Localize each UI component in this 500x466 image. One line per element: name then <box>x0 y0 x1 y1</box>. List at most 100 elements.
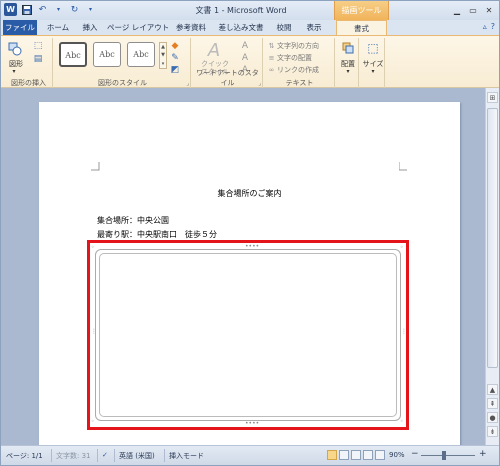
window-title: 文書 1 - Microsoft Word <box>195 6 287 15</box>
minimize-ribbon-icon[interactable]: ▵ <box>483 22 487 31</box>
resize-handle-bottom-right[interactable]: ◦ <box>400 419 404 425</box>
scroll-up-icon[interactable]: ▲ <box>487 384 498 395</box>
divider <box>114 449 115 462</box>
window-controls: ▁ ▭ ✕ <box>450 4 496 16</box>
selection-highlight: •••• •••• ⋮ ⋮ ◦ ◦ ◦ ◦ <box>87 240 409 430</box>
title-bar: W ↶ ▾ ↻ ▾ 描画ツール 文書 1 - Microsoft Word ▁ … <box>1 1 499 20</box>
quick-style-icon[interactable]: A <box>203 40 225 61</box>
resize-handle-top[interactable]: •••• <box>245 244 259 250</box>
chevron-down-icon[interactable]: ▾ <box>343 68 353 75</box>
word-app-icon[interactable]: W <box>4 3 17 16</box>
tab-insert[interactable]: 挿入 <box>77 20 103 35</box>
divider <box>97 449 98 462</box>
dialog-launcher-icon[interactable]: ⌟ <box>186 80 189 87</box>
edit-shape-icon[interactable]: ⬚ <box>31 40 45 52</box>
dialog-launcher-icon[interactable]: ⌟ <box>258 80 261 87</box>
word-window: W ↶ ▾ ↻ ▾ 描画ツール 文書 1 - Microsoft Word ▁ … <box>0 0 500 466</box>
resize-handle-left[interactable]: ⋮ <box>91 329 97 335</box>
tab-format[interactable]: 書式 <box>336 20 387 35</box>
shape-outline-icon[interactable]: ✎ <box>169 52 181 63</box>
group-insert-shapes: 図形 ▾ ⬚ ▤ 図形の挿入 <box>5 38 53 88</box>
text-align-icon[interactable]: ≡ <box>267 53 276 62</box>
quick-access-toolbar: W ↶ ▾ ↻ ▾ <box>4 3 97 16</box>
group-label: テキスト <box>285 79 314 87</box>
tab-references[interactable]: 参考資料 <box>171 20 211 35</box>
prev-page-icon[interactable]: ⇞ <box>487 398 498 409</box>
web-layout-icon[interactable] <box>351 450 361 460</box>
zoom-slider[interactable] <box>421 455 475 456</box>
tab-page-layout[interactable]: ページ レイアウト <box>107 20 169 35</box>
shape-effects-icon[interactable]: ◩ <box>169 64 181 75</box>
text-direction-icon[interactable]: ⇅ <box>267 41 276 50</box>
undo-icon[interactable]: ↶ <box>36 3 49 16</box>
zoom-slider-thumb[interactable] <box>442 451 446 460</box>
tab-home[interactable]: ホーム <box>41 20 75 35</box>
tab-mailings[interactable]: 差し込み文書 <box>215 20 267 35</box>
zoom-in-button[interactable]: + <box>479 449 487 459</box>
text-direction-button[interactable]: 文字列の方向 <box>277 41 319 51</box>
shape-style-2[interactable]: Abc <box>93 42 121 67</box>
text-align-button[interactable]: 文字の配置 <box>277 53 312 63</box>
page-count[interactable]: ページ: 1/1 <box>6 451 43 461</box>
drawing-tools-context-label: 描画ツール <box>334 1 389 20</box>
proofing-icon[interactable]: ✓ <box>102 451 108 459</box>
corner-mark-top-left <box>91 162 100 171</box>
tab-file[interactable]: ファイル <box>3 20 37 35</box>
word-count[interactable]: 文字数: 31 <box>56 451 91 461</box>
full-screen-reading-icon[interactable] <box>339 450 349 460</box>
selected-rectangle-shape[interactable] <box>95 249 401 421</box>
scrollbar-thumb[interactable] <box>487 108 498 368</box>
language-indicator[interactable]: 英語 (米国) <box>119 451 155 461</box>
resize-handle-top-right[interactable]: ◦ <box>400 245 404 251</box>
document-line-meeting-place: 集合場所：中央公園 <box>97 216 169 225</box>
text-outline-icon[interactable]: A <box>239 52 251 63</box>
help-icon[interactable]: ? <box>491 22 495 31</box>
tab-view[interactable]: 表示 <box>301 20 327 35</box>
text-box-icon[interactable]: ▤ <box>31 53 45 65</box>
vertical-scrollbar[interactable]: ⊞ ▲ ⇞ ● ⇟ <box>485 88 499 445</box>
ribbon-controls: ▵ ? <box>483 22 495 31</box>
group-arrange: 配置 ▾ <box>337 38 359 88</box>
chevron-down-icon[interactable]: ▾ <box>9 68 19 75</box>
zoom-level[interactable]: 90% <box>389 451 405 459</box>
text-fill-icon[interactable]: A <box>239 40 251 51</box>
next-page-icon[interactable]: ⇟ <box>487 426 498 437</box>
shape-fill-icon[interactable]: ◆ <box>169 40 181 51</box>
customize-qat-icon[interactable]: ▾ <box>84 3 97 16</box>
chevron-down-icon[interactable]: ▾ <box>52 3 65 16</box>
ribbon: 図形 ▾ ⬚ ▤ 図形の挿入 Abc Abc Abc ▲ ▼ ▾ ◆ ✎ ◩ 図形の… <box>1 35 499 88</box>
create-link-button[interactable]: リンクの作成 <box>277 65 319 75</box>
resize-handle-bottom[interactable]: •••• <box>245 421 259 427</box>
ruler-toggle-icon[interactable]: ⊞ <box>487 92 498 103</box>
browse-object-icon[interactable]: ● <box>487 412 498 423</box>
tab-review[interactable]: 校閲 <box>271 20 297 35</box>
group-shape-styles: Abc Abc Abc ▲ ▼ ▾ ◆ ✎ ◩ 図形のスタイル ⌟ <box>55 38 191 88</box>
document-line-nearest-station: 最寄り駅：中央駅南口 徒歩５分 <box>97 230 217 239</box>
shape-inner-border <box>99 253 397 417</box>
shape-style-3[interactable]: Abc <box>127 42 155 67</box>
minimize-icon[interactable]: ▁ <box>450 4 464 16</box>
maximize-icon[interactable]: ▭ <box>466 4 480 16</box>
arrange-icon[interactable] <box>341 41 355 55</box>
outline-view-icon[interactable] <box>363 450 373 460</box>
resize-handle-right[interactable]: ⋮ <box>401 329 407 335</box>
group-wordart-styles: A クイック スタイル A A A ワードアートのスタイル ⌟ <box>193 38 263 88</box>
document-area: 集合場所のご案内 集合場所：中央公園 最寄り駅：中央駅南口 徒歩５分 •••• … <box>1 88 485 445</box>
draft-view-icon[interactable] <box>375 450 385 460</box>
resize-handle-bottom-left[interactable]: ◦ <box>91 419 95 425</box>
zoom-out-button[interactable]: − <box>411 449 419 459</box>
style-gallery-scroll[interactable]: ▲ ▼ ▾ <box>159 42 167 69</box>
print-layout-view-icon[interactable] <box>327 450 337 460</box>
group-size: ⬚ サイズ ▾ <box>361 38 385 88</box>
link-icon[interactable]: ∞ <box>267 65 276 74</box>
document-page[interactable]: 集合場所のご案内 集合場所：中央公園 最寄り駅：中央駅南口 徒歩５分 •••• … <box>39 102 460 445</box>
redo-icon[interactable]: ↻ <box>68 3 81 16</box>
insert-mode-indicator[interactable]: 挿入モード <box>169 451 204 461</box>
size-icon[interactable]: ⬚ <box>366 41 380 55</box>
close-icon[interactable]: ✕ <box>482 4 496 16</box>
resize-handle-top-left[interactable]: ◦ <box>91 245 95 251</box>
shapes-icon[interactable] <box>7 41 23 57</box>
save-icon[interactable] <box>20 3 33 16</box>
chevron-down-icon[interactable]: ▾ <box>368 68 378 75</box>
shape-style-1[interactable]: Abc <box>59 42 87 67</box>
